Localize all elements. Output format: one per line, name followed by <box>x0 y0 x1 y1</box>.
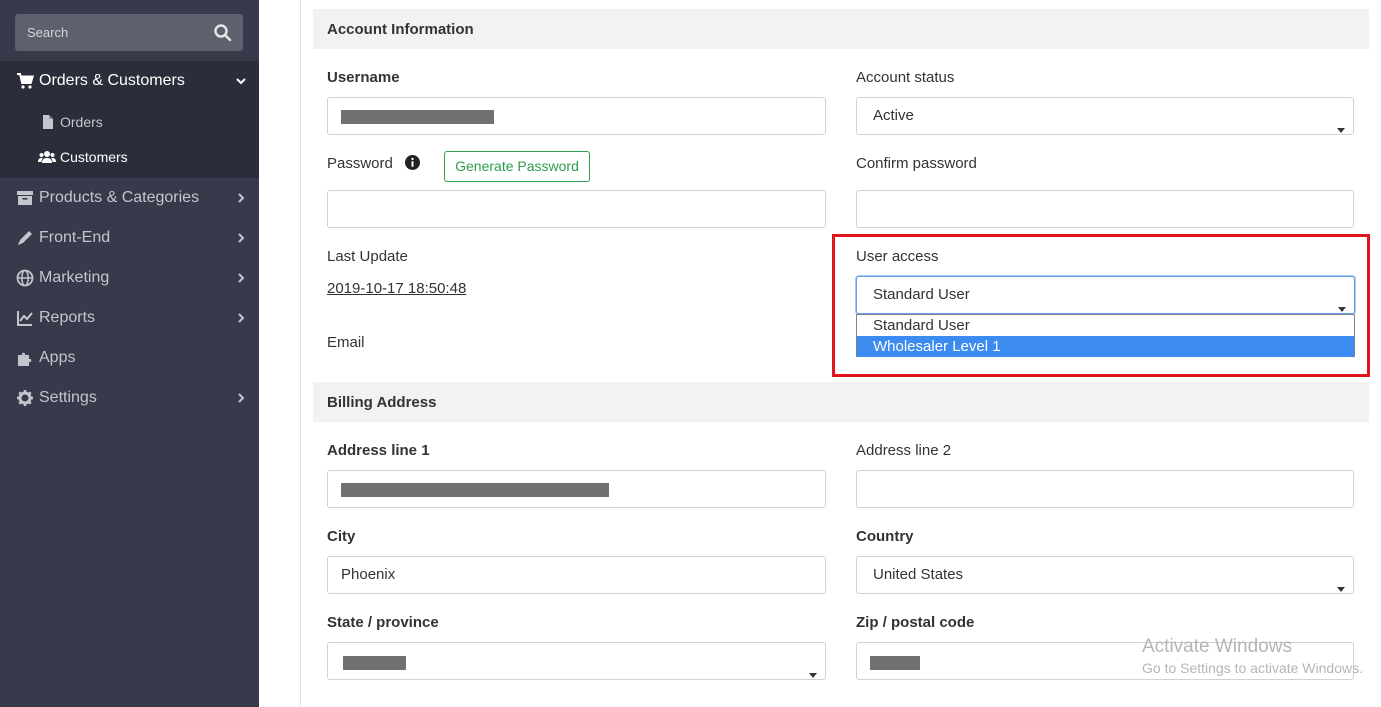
email-label: Email <box>327 334 365 351</box>
chevron-right-icon <box>235 270 247 286</box>
caret-down-icon <box>1337 112 1345 133</box>
address2-label: Address line 2 <box>856 442 952 459</box>
account-status-value: Active <box>873 107 914 124</box>
sidebar-item-label: Customers <box>60 149 128 165</box>
sidebar-item-label: Orders <box>60 114 103 130</box>
chevron-right-icon <box>235 310 247 326</box>
address1-label: Address line 1 <box>327 442 430 459</box>
pencil-icon <box>16 229 34 247</box>
zip-label: Zip / postal code <box>856 614 975 631</box>
line-chart-icon <box>16 309 34 327</box>
sidebar-item-label: Orders & Customers <box>39 72 185 89</box>
chevron-down-icon <box>235 73 247 89</box>
sidebar-item-front-end[interactable]: Front-End <box>0 218 259 258</box>
account-status-select[interactable]: Active <box>856 97 1354 135</box>
puzzle-icon <box>16 349 34 367</box>
country-label: Country <box>856 528 914 545</box>
account-information-header: Account Information <box>313 9 1369 49</box>
activate-windows-subtitle: Go to Settings to activate Windows. <box>1142 660 1363 676</box>
sidebar-item-orders-customers[interactable]: Orders & Customers <box>0 61 259 102</box>
last-update-link[interactable]: 2019-10-17 18:50:48 <box>327 280 466 297</box>
globe-icon <box>16 269 34 287</box>
city-value: Phoenix <box>341 566 396 583</box>
account-status-label: Account status <box>856 69 955 86</box>
activate-windows-title: Activate Windows <box>1142 636 1292 657</box>
city-field[interactable]: Phoenix <box>327 556 826 594</box>
confirm-password-field[interactable] <box>856 190 1354 228</box>
address2-field[interactable] <box>856 470 1354 508</box>
sidebar-item-marketing[interactable]: Marketing <box>0 258 259 298</box>
chevron-right-icon <box>235 230 247 246</box>
sidebar-item-label: Products & Categories <box>39 189 200 206</box>
state-label: State / province <box>327 614 439 631</box>
sidebar-item-reports[interactable]: Reports <box>0 298 259 338</box>
state-select[interactable] <box>327 642 826 680</box>
redacted-value <box>870 656 920 670</box>
redacted-value <box>341 483 609 497</box>
sidebar-item-label: Apps <box>39 349 76 366</box>
search-input[interactable] <box>15 14 205 51</box>
last-update-label: Last Update <box>327 248 408 265</box>
caret-down-icon <box>1338 291 1346 312</box>
sidebar-item-label: Settings <box>39 389 97 406</box>
gear-icon <box>16 389 34 407</box>
user-access-value: Standard User <box>873 286 970 303</box>
cart-icon <box>16 72 35 90</box>
city-label: City <box>327 528 356 545</box>
caret-down-icon <box>1337 571 1345 592</box>
sidebar-item-settings[interactable]: Settings <box>0 378 259 418</box>
user-access-select[interactable]: Standard User <box>856 276 1355 314</box>
users-icon <box>38 150 56 164</box>
user-access-option-standard[interactable]: Standard User <box>857 315 1354 336</box>
country-value: United States <box>873 566 964 583</box>
generate-password-button[interactable]: Generate Password <box>444 151 590 182</box>
country-select[interactable]: United States <box>856 556 1354 594</box>
redacted-value <box>341 110 494 124</box>
user-access-label: User access <box>856 248 939 265</box>
info-icon[interactable] <box>405 155 420 170</box>
sidebar-search <box>15 14 243 51</box>
sidebar-item-label: Front-End <box>39 229 111 246</box>
billing-address-header: Billing Address <box>313 382 1369 422</box>
user-access-dropdown: Standard User Wholesaler Level 1 <box>856 314 1355 357</box>
sidebar-item-orders[interactable]: Orders <box>0 107 259 137</box>
sidebar-item-customers[interactable]: Customers <box>0 142 259 172</box>
address1-field[interactable] <box>327 470 826 508</box>
sidebar-item-label: Marketing <box>39 269 110 286</box>
sidebar-item-apps[interactable]: Apps <box>0 338 259 378</box>
password-label: Password <box>327 155 393 172</box>
chevron-right-icon <box>235 190 247 206</box>
confirm-password-label: Confirm password <box>856 155 977 172</box>
archive-icon <box>16 189 34 207</box>
search-icon[interactable] <box>213 23 233 43</box>
orders-submenu: Orders Customers <box>0 101 259 178</box>
username-label: Username <box>327 69 400 86</box>
password-field[interactable] <box>327 190 826 228</box>
sidebar-item-label: Reports <box>39 309 96 326</box>
redacted-value <box>343 656 406 670</box>
sidebar: Orders & Customers Orders Customers Prod… <box>0 0 259 707</box>
username-field[interactable] <box>327 97 826 135</box>
caret-down-icon <box>809 657 817 678</box>
sidebar-item-products-categories[interactable]: Products & Categories <box>0 178 259 218</box>
chevron-right-icon <box>235 390 247 406</box>
user-access-option-wholesaler[interactable]: Wholesaler Level 1 <box>857 336 1354 357</box>
file-icon <box>40 115 56 129</box>
